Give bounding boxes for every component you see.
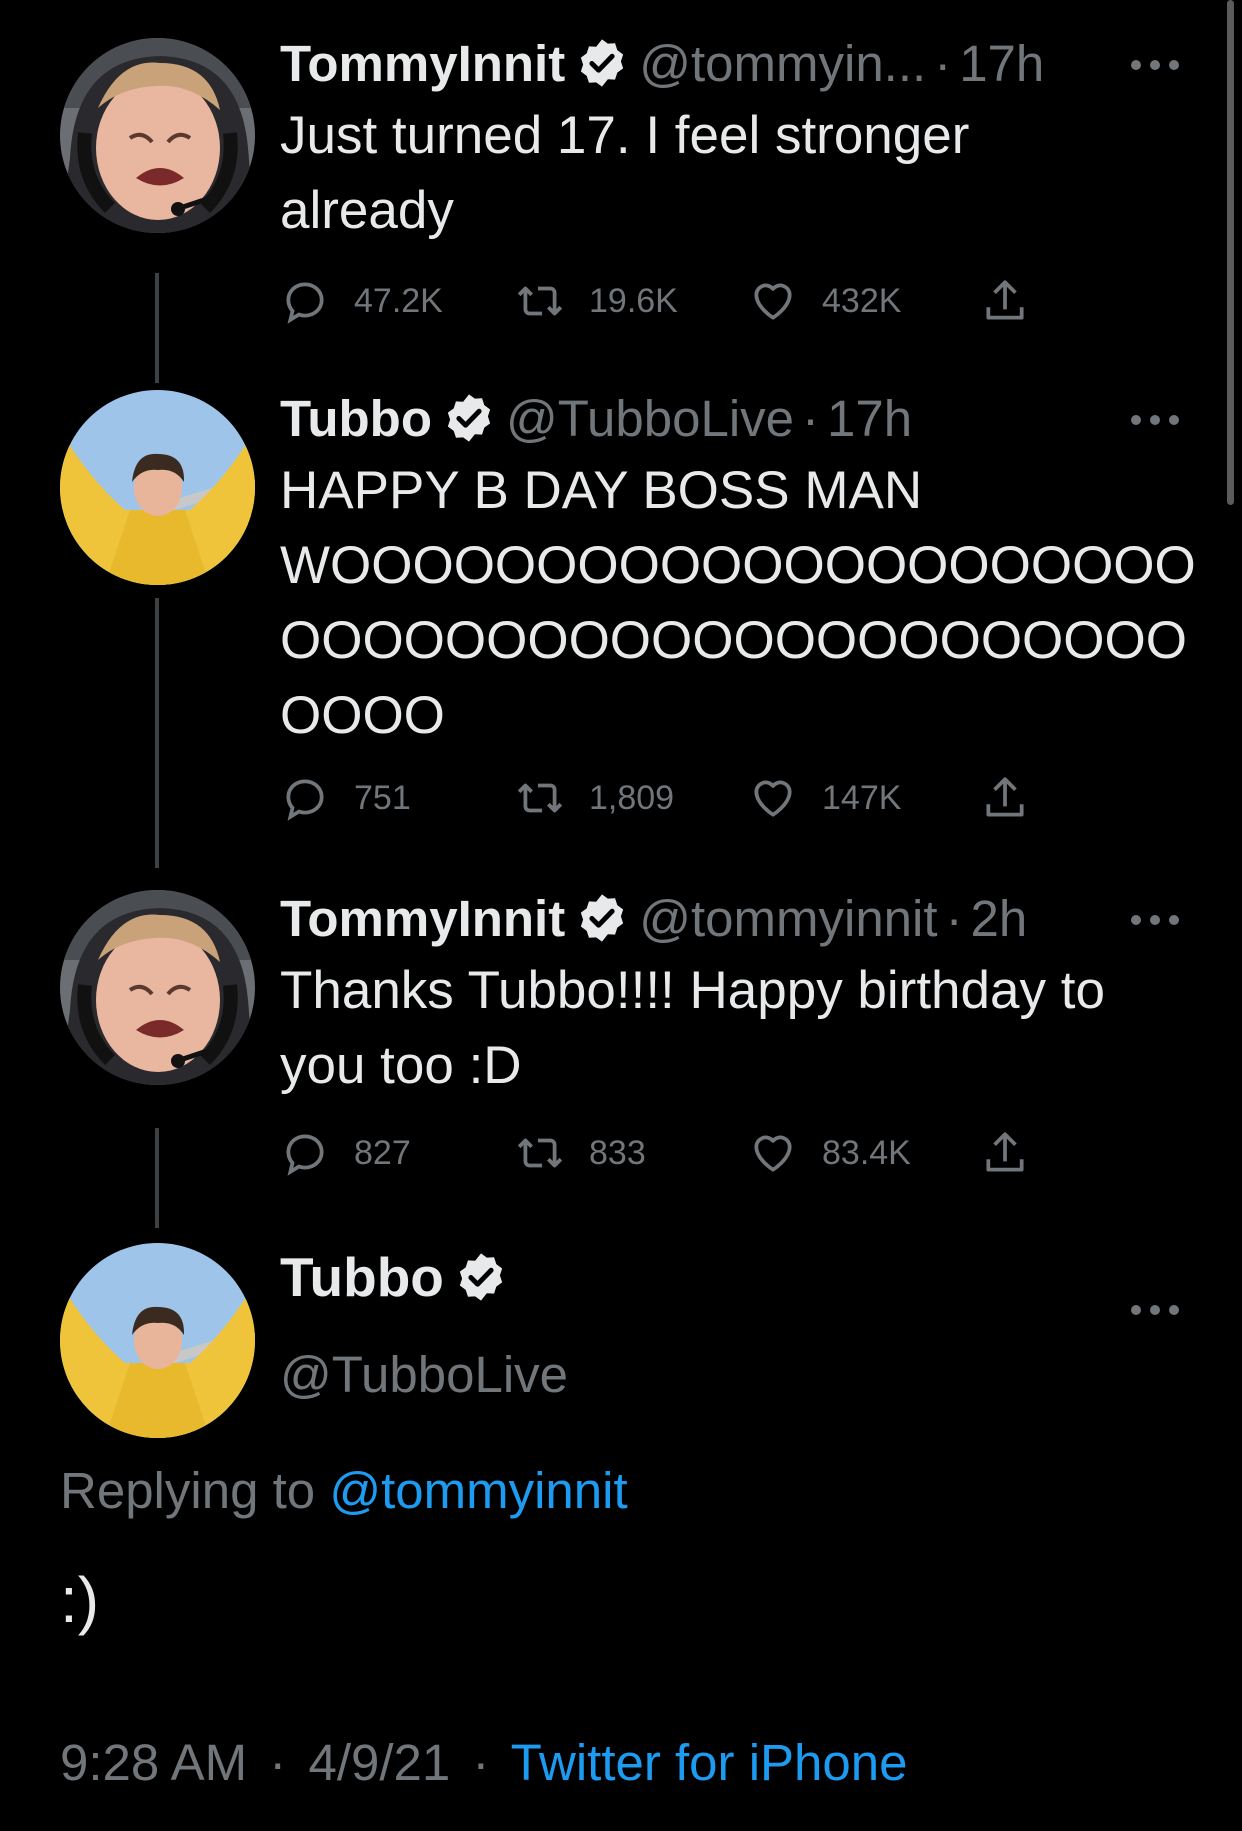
like-count: 432K <box>822 281 902 320</box>
like-button[interactable]: 432K <box>748 276 901 326</box>
like-button[interactable]: 147K <box>748 773 901 823</box>
separator: · <box>269 1734 287 1791</box>
replying-to: Replying to @tommyinnit <box>60 1461 628 1520</box>
retweet-button[interactable]: 1,809 <box>515 773 674 823</box>
author-name[interactable]: TommyInnit <box>280 889 565 948</box>
tweet-text: :) <box>60 1564 100 1636</box>
reply-button[interactable]: 751 <box>280 773 411 823</box>
more-icon[interactable] <box>1130 58 1180 70</box>
tweet-source-link[interactable]: Twitter for iPhone <box>511 1734 908 1791</box>
thread-tweet[interactable]: TommyInnit @tommyin... · 17h Just turned… <box>0 28 1242 383</box>
verified-badge-icon <box>442 391 496 445</box>
retweet-icon <box>517 783 563 813</box>
like-icon <box>754 283 792 320</box>
author-handle[interactable]: @TubboLive <box>280 1345 568 1404</box>
like-count: 83.4K <box>822 1133 911 1172</box>
tweet-actions: 751 1,809 147K <box>280 773 1040 823</box>
verified-badge-icon <box>454 1250 508 1304</box>
more-icon[interactable] <box>1130 913 1180 925</box>
avatar-tubbo[interactable] <box>60 390 255 585</box>
tweet-date[interactable]: 4/9/21 <box>308 1734 450 1791</box>
tweet-timestamp[interactable]: 9:28 AM <box>60 1734 247 1791</box>
reply-icon <box>286 1134 324 1176</box>
tweet-time[interactable]: 2h <box>971 889 1028 948</box>
author-handle[interactable]: @TubboLive <box>506 389 794 448</box>
tweet-actions: 827 833 83.4K <box>280 1128 1040 1178</box>
main-tweet: Tubbo @TubboLive Replying to @tommyinnit… <box>0 1243 1242 1813</box>
tweet-header: Tubbo @TubboLive · 17h <box>280 383 912 453</box>
author-handle[interactable]: @tommyin... <box>639 34 926 93</box>
verified-badge-icon <box>575 36 629 90</box>
tweet-header: TommyInnit @tommyin... · 17h <box>280 28 1044 98</box>
tweet-time[interactable]: 17h <box>827 389 912 448</box>
avatar-tommyinnit[interactable] <box>60 890 255 1085</box>
verified-badge-icon <box>575 891 629 945</box>
retweet-icon <box>517 1138 563 1168</box>
replying-prefix: Replying to <box>60 1462 316 1519</box>
retweet-button[interactable]: 833 <box>515 1128 646 1178</box>
reply-count: 827 <box>354 1133 411 1172</box>
retweet-icon <box>517 286 563 316</box>
thread-tweet[interactable]: Tubbo @TubboLive · 17h HAPPY B DAY BOSS … <box>0 383 1242 873</box>
separator: · <box>945 889 963 947</box>
tweet-text: Just turned 17. I feel stronger already <box>280 106 970 240</box>
share-icon <box>986 777 1024 817</box>
share-button[interactable] <box>980 773 1054 823</box>
separator: · <box>472 1734 490 1791</box>
tweet-meta: 9:28 AM · 4/9/21 · Twitter for iPhone <box>60 1733 908 1792</box>
more-icon[interactable] <box>1130 413 1180 425</box>
share-icon <box>986 1132 1024 1172</box>
retweet-button[interactable]: 19.6K <box>515 276 678 326</box>
tweet-time[interactable]: 17h <box>959 34 1044 93</box>
share-button[interactable] <box>980 1128 1054 1178</box>
separator: · <box>934 34 952 92</box>
thread-connector <box>155 598 159 868</box>
tweet-text: HAPPY B DAY BOSS MAN WOOOOOOOOOOOOOOOOOO… <box>280 461 1196 745</box>
author-handle[interactable]: @tommyinnit <box>639 889 937 948</box>
avatar-tommyinnit[interactable] <box>60 38 255 233</box>
thread-tweet[interactable]: TommyInnit @tommyinnit · 2h Thanks Tubbo… <box>0 883 1242 1228</box>
tweet-header: TommyInnit @tommyinnit · 2h <box>280 883 1027 953</box>
author-name[interactable]: Tubbo <box>280 389 432 448</box>
author-name[interactable]: TommyInnit <box>280 34 565 93</box>
like-icon <box>754 780 792 817</box>
tweet-actions: 47.2K 19.6K 432K <box>280 276 1040 326</box>
reply-icon <box>286 779 324 821</box>
separator: · <box>802 389 820 447</box>
reply-count: 751 <box>354 778 411 817</box>
thread-connector <box>155 273 159 383</box>
reply-count: 47.2K <box>354 281 443 320</box>
like-icon <box>754 1135 792 1172</box>
like-button[interactable]: 83.4K <box>748 1128 911 1178</box>
reply-button[interactable]: 827 <box>280 1128 411 1178</box>
tweet-text: Thanks Tubbo!!!! Happy birthday to you t… <box>280 961 1105 1095</box>
thread-connector <box>155 1128 159 1228</box>
main-author: Tubbo <box>280 1237 518 1317</box>
share-icon <box>986 280 1024 320</box>
like-count: 147K <box>822 778 902 817</box>
more-icon[interactable] <box>1130 1303 1180 1315</box>
replying-to-link[interactable]: @tommyinnit <box>329 1462 627 1519</box>
retweet-count: 833 <box>589 1133 646 1172</box>
share-button[interactable] <box>980 276 1054 326</box>
author-name[interactable]: Tubbo <box>280 1245 444 1309</box>
avatar-tubbo[interactable] <box>60 1243 255 1438</box>
reply-button[interactable]: 47.2K <box>280 276 443 326</box>
reply-icon <box>286 282 324 324</box>
retweet-count: 1,809 <box>589 778 675 817</box>
retweet-count: 19.6K <box>589 281 678 320</box>
